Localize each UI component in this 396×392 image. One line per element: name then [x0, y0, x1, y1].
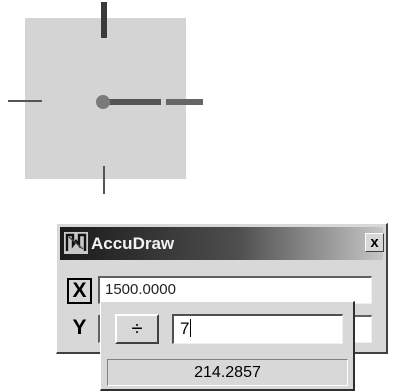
text-caret [190, 319, 192, 337]
divide-icon[interactable]: ÷ [115, 314, 159, 344]
x-axis-dash [166, 99, 203, 105]
calculator-input-value: 7 [180, 319, 190, 338]
window-title: AccuDraw [91, 234, 175, 253]
title-bar[interactable]: AccuDraw x [60, 227, 384, 260]
calculator-result: 214.2857 [107, 359, 348, 386]
calculator-input[interactable]: 7 [172, 314, 343, 344]
x-axis-lock-button[interactable]: X [67, 278, 92, 304]
close-icon[interactable]: x [365, 233, 384, 252]
y-axis-tick-bottom [103, 166, 105, 194]
accudraw-app-icon [64, 232, 88, 254]
calculator-popup: ÷ 7 214.2857 [100, 301, 355, 391]
compass-origin-icon [96, 95, 110, 109]
y-axis-lock-button[interactable]: Y [67, 315, 92, 341]
y-axis-tick-top [101, 2, 107, 38]
x-axis-indicator [103, 99, 161, 105]
x-axis-tick-left [8, 100, 42, 102]
x-value-field[interactable]: 1500.0000 [98, 276, 372, 304]
